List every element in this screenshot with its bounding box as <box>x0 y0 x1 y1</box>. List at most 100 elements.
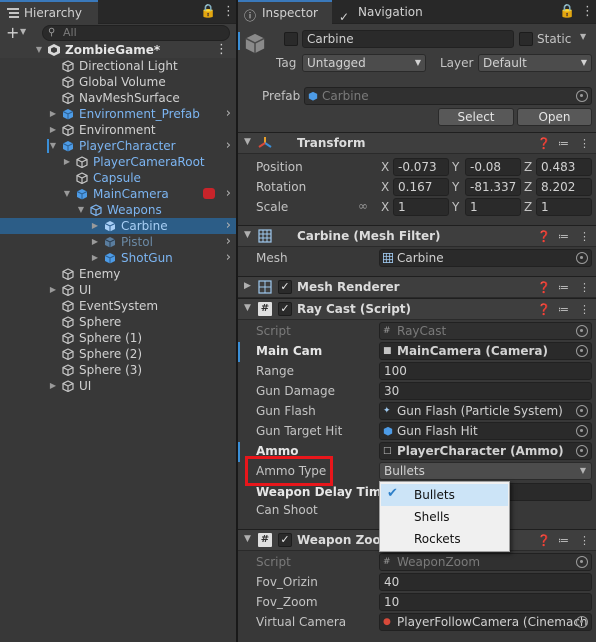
transform-header[interactable]: ▼ Transform ❓ ≔ ⋮ <box>238 132 596 154</box>
list-item[interactable]: ▼ PlayerCharacter › <box>0 138 236 154</box>
list-item[interactable]: Sphere (1) <box>0 330 236 346</box>
rotation-z-input[interactable]: 8.202 <box>536 178 592 196</box>
fold-arrow-icon[interactable]: ▶ <box>90 234 100 250</box>
fold-arrow-icon[interactable]: ▶ <box>48 282 58 298</box>
list-item[interactable]: ▶ Environment <box>0 122 236 138</box>
list-item[interactable]: ▶ PlayerCameraRoot <box>0 154 236 170</box>
component-menu-icon[interactable]: ⋮ <box>579 230 590 243</box>
tab-hierarchy[interactable]: Hierarchy <box>0 0 98 24</box>
chevron-right-icon[interactable]: › <box>226 218 231 234</box>
raycast-enabled-checkbox[interactable]: ✓ <box>278 302 292 316</box>
fold-arrow-icon[interactable]: ▼ <box>62 186 72 202</box>
list-item[interactable]: Enemy <box>0 266 236 282</box>
list-item[interactable]: Global Volume <box>0 74 236 90</box>
mesh-renderer-enabled-checkbox[interactable]: ✓ <box>278 280 292 294</box>
menu-item-bullets[interactable]: ✔ Bullets <box>381 484 508 506</box>
scale-x-input[interactable]: 1 <box>393 198 449 216</box>
position-y-input[interactable]: -0.08 <box>465 158 521 176</box>
gun-target-field[interactable]: Gun Flash Hit <box>379 422 592 440</box>
kebab-menu-icon[interactable]: ⋮ <box>581 4 594 19</box>
tab-navigation[interactable]: ✓ Navigation <box>334 0 434 24</box>
list-item[interactable]: Sphere <box>0 314 236 330</box>
component-menu-icon[interactable]: ⋮ <box>579 281 590 294</box>
tab-inspector[interactable]: ⓘ Inspector <box>238 0 332 24</box>
fold-arrow-icon[interactable]: ▼ <box>76 202 86 218</box>
main-cam-field[interactable]: ■ MainCamera (Camera) <box>379 342 592 360</box>
link-scale-icon[interactable]: ∞ <box>358 199 368 213</box>
list-item[interactable]: ▼ Weapons <box>0 202 236 218</box>
list-item[interactable]: Sphere (3) <box>0 362 236 378</box>
list-item[interactable]: EventSystem <box>0 298 236 314</box>
kebab-menu-icon[interactable]: ⋮ <box>222 4 235 19</box>
search-input[interactable]: ⚲ All <box>42 25 230 41</box>
scale-z-input[interactable]: 1 <box>536 198 592 216</box>
object-picker-icon[interactable] <box>576 345 588 357</box>
list-item[interactable]: ▶ Pistol › <box>0 234 236 250</box>
help-icon[interactable]: ❓ <box>537 281 551 294</box>
active-checkbox[interactable] <box>284 32 298 46</box>
tag-dropdown[interactable]: Untagged ▼ <box>302 54 426 72</box>
object-picker-icon[interactable] <box>576 252 588 264</box>
help-icon[interactable]: ❓ <box>537 534 551 547</box>
list-item[interactable]: ▶ UI <box>0 378 236 394</box>
scene-row[interactable]: ▼ ZombieGame* ⋮ <box>0 42 236 58</box>
preset-icon[interactable]: ≔ <box>558 230 569 243</box>
prefab-field[interactable]: Carbine <box>304 87 592 105</box>
component-menu-icon[interactable]: ⋮ <box>579 534 590 547</box>
list-item[interactable]: ▶ UI <box>0 282 236 298</box>
rotation-y-input[interactable]: -81.337 <box>465 178 521 196</box>
weapon-zoom-enabled-checkbox[interactable]: ✓ <box>278 533 292 547</box>
layer-dropdown[interactable]: Default ▼ <box>478 54 592 72</box>
chevron-right-icon[interactable]: › <box>226 138 231 154</box>
mesh-filter-header[interactable]: ▼ Carbine (Mesh Filter) ❓ ≔ ⋮ <box>238 225 596 247</box>
scene-menu-icon[interactable]: ⋮ <box>215 42 228 58</box>
list-item[interactable]: Sphere (2) <box>0 346 236 362</box>
list-item-selected[interactable]: ▶ Carbine › <box>0 218 236 234</box>
select-button[interactable]: Select <box>438 108 514 126</box>
fold-arrow-icon[interactable]: ▶ <box>48 378 58 394</box>
fov-orizin-input[interactable]: 40 <box>379 573 592 591</box>
ammo-field[interactable]: □ PlayerCharacter (Ammo) <box>379 442 592 460</box>
list-item[interactable]: Capsule <box>0 170 236 186</box>
fold-arrow-icon[interactable]: ▼ <box>34 42 44 58</box>
raycast-header[interactable]: ▼ # ✓ Ray Cast (Script) ❓ ≔ ⋮ <box>238 298 596 320</box>
fold-arrow-icon[interactable]: ▶ <box>62 154 72 170</box>
preset-icon[interactable]: ≔ <box>558 137 569 150</box>
menu-item-shells[interactable]: Shells <box>381 506 508 528</box>
list-item[interactable]: NavMeshSurface <box>0 90 236 106</box>
menu-item-rockets[interactable]: Rockets <box>381 528 508 550</box>
help-icon[interactable]: ❓ <box>537 137 551 150</box>
chevron-right-icon[interactable]: › <box>226 234 231 250</box>
chevron-down-icon[interactable]: ▼ <box>20 27 26 36</box>
object-picker-icon[interactable] <box>576 90 588 102</box>
scale-y-input[interactable]: 1 <box>465 198 521 216</box>
chevron-right-icon[interactable]: › <box>226 250 231 266</box>
preset-icon[interactable]: ≔ <box>558 534 569 547</box>
chevron-right-icon[interactable]: › <box>226 106 231 122</box>
help-icon[interactable]: ❓ <box>537 303 551 316</box>
object-picker-icon[interactable] <box>576 616 588 628</box>
list-item[interactable]: ▶ ShotGun › <box>0 250 236 266</box>
fold-arrow-icon[interactable]: ▶ <box>90 250 100 266</box>
list-item[interactable]: Directional Light <box>0 58 236 74</box>
gun-flash-field[interactable]: ✦ Gun Flash (Particle System) <box>379 402 592 420</box>
object-name-input[interactable]: Carbine <box>302 30 514 48</box>
position-z-input[interactable]: 0.483 <box>536 158 592 176</box>
add-icon[interactable]: + <box>6 23 19 42</box>
list-item[interactable]: ▶ Environment_Prefab › <box>0 106 236 122</box>
fold-arrow-icon[interactable]: ▼ <box>48 138 58 154</box>
ammo-type-dropdown[interactable]: Bullets ▼ <box>379 462 592 480</box>
position-x-input[interactable]: -0.073 <box>393 158 449 176</box>
help-icon[interactable]: ❓ <box>537 230 551 243</box>
chevron-down-icon[interactable]: ▼ <box>580 32 586 41</box>
lock-icon[interactable]: 🔒 <box>200 4 216 19</box>
component-menu-icon[interactable]: ⋮ <box>579 303 590 316</box>
fold-arrow-icon[interactable]: ▶ <box>48 106 58 122</box>
chevron-right-icon[interactable]: › <box>226 186 231 202</box>
gun-damage-input[interactable]: 30 <box>379 382 592 400</box>
preset-icon[interactable]: ≔ <box>558 281 569 294</box>
fov-zoom-input[interactable]: 10 <box>379 593 592 611</box>
object-picker-icon[interactable] <box>576 425 588 437</box>
fold-arrow-icon[interactable]: ▶ <box>90 218 100 234</box>
rotation-x-input[interactable]: 0.167 <box>393 178 449 196</box>
